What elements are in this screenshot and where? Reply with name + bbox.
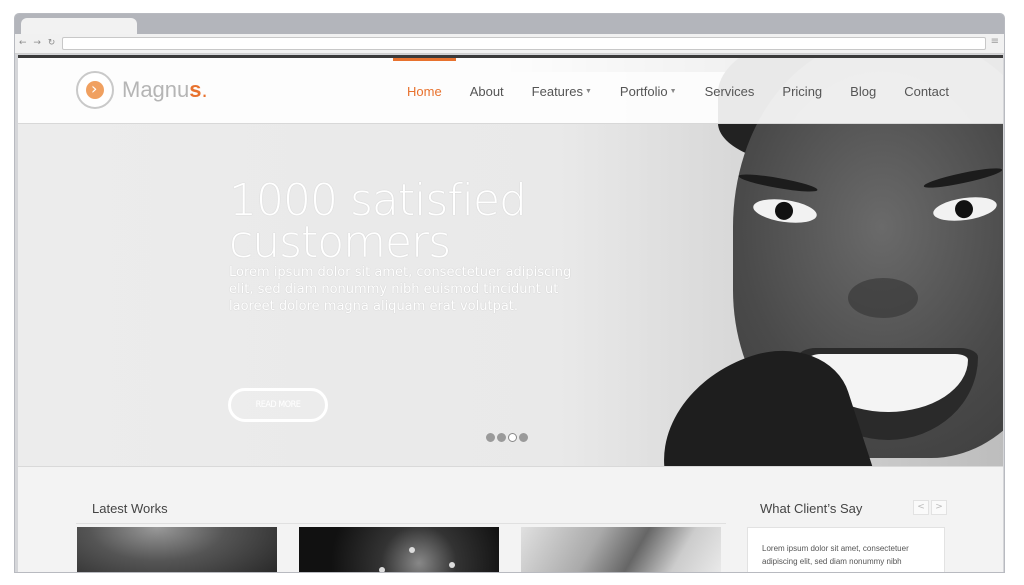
work-thumbnail-2[interactable]: [299, 527, 499, 572]
water-drop: [379, 567, 385, 572]
main-navbar: › Magnus. Home About Features ▼ Portfolio…: [18, 58, 1003, 124]
slider-dots: [486, 433, 528, 442]
browser-nav-buttons[interactable]: ← → ↻: [19, 38, 57, 48]
section-divider: [76, 523, 726, 524]
web-page: 1000 satisfied customers Lorem ipsum dol…: [18, 55, 1003, 572]
address-bar[interactable]: [62, 37, 986, 50]
nav-item-home[interactable]: Home: [393, 58, 456, 124]
browser-menu-icon[interactable]: ≡: [991, 36, 999, 47]
hero-headline: 1000 satisfied customers: [229, 175, 527, 268]
work-thumbnail-1[interactable]: [77, 527, 277, 572]
browser-titlebar: [15, 14, 1004, 36]
nav-item-features[interactable]: Features ▼: [518, 58, 606, 124]
nav-item-contact[interactable]: Contact: [890, 58, 963, 124]
testimonial-nav: < >: [913, 500, 947, 515]
slider-dot-3[interactable]: [508, 433, 517, 442]
hero-body-text: Lorem ipsum dolor sit amet, consectetuer…: [229, 265, 572, 314]
work-thumbnail-3[interactable]: [521, 527, 721, 572]
brand-name: Magnus.: [122, 77, 208, 102]
caret-down-icon: ▼: [669, 87, 677, 95]
nav-item-blog[interactable]: Blog: [836, 58, 890, 124]
nav-item-pricing[interactable]: Pricing: [768, 58, 836, 124]
brand-logo[interactable]: › Magnus.: [76, 70, 208, 110]
chevron-left-icon[interactable]: <: [913, 500, 929, 515]
browser-toolbar: ← → ↻ ≡: [15, 34, 1004, 54]
logo-chevron-icon: ›: [76, 71, 114, 109]
caret-down-icon: ▼: [584, 87, 592, 95]
content-section: Latest Works What Client’s Say < > Lorem…: [18, 466, 1003, 572]
slider-dot-1[interactable]: [486, 433, 495, 442]
nav-item-portfolio[interactable]: Portfolio ▼: [606, 58, 691, 124]
nav-menu: Home About Features ▼ Portfolio ▼ Services…: [393, 58, 963, 124]
testimonial-quote: Lorem ipsum dolor sit amet, consectetuer…: [747, 527, 945, 572]
chevron-right-icon[interactable]: >: [931, 500, 947, 515]
latest-works-title: Latest Works: [92, 501, 168, 516]
nav-item-services[interactable]: Services: [691, 58, 769, 124]
nav-item-about[interactable]: About: [456, 58, 518, 124]
browser-window: ← → ↻ ≡ 1000 satisfied customers Lorem i…: [14, 13, 1005, 573]
slider-dot-2[interactable]: [497, 433, 506, 442]
read-more-button[interactable]: READ MORE: [228, 388, 328, 422]
portrait-nose: [848, 278, 918, 318]
water-drop: [449, 562, 455, 568]
slider-dot-4[interactable]: [519, 433, 528, 442]
water-drop: [409, 547, 415, 553]
testimonials-title: What Client’s Say: [760, 501, 863, 516]
